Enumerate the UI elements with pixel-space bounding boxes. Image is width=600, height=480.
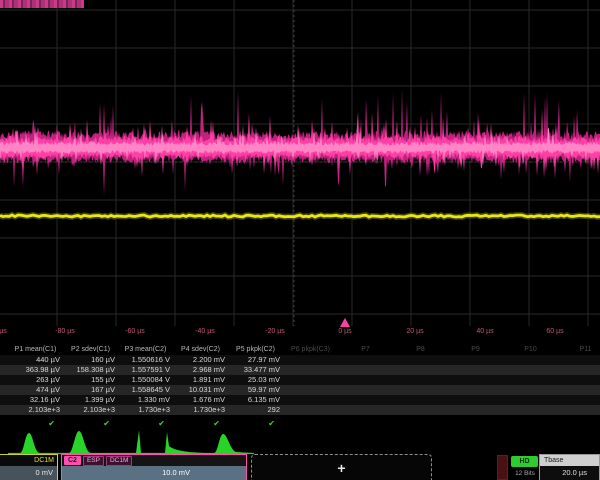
param-value: 1.558645 V xyxy=(118,385,173,395)
c2-scale-row: 10.0 mV xyxy=(62,466,246,480)
param-value: 27.97 mV xyxy=(228,355,283,365)
time-axis-label: -100 µs xyxy=(0,327,17,337)
c2-esp-badge: ESP xyxy=(83,456,104,466)
param-value: 1.399 µV xyxy=(63,395,118,405)
c2-chip-row: C2 ESP DC1M xyxy=(62,455,246,466)
time-axis-label: 60 µs xyxy=(533,327,577,337)
param-header[interactable]: P11 xyxy=(558,345,600,355)
histicon xyxy=(157,432,205,454)
param-value: 6.135 mV xyxy=(228,395,283,405)
time-axis-label: 40 µs xyxy=(463,327,507,337)
param-value: 1.891 mV xyxy=(173,375,228,385)
param-value: 32.16 µV xyxy=(8,395,63,405)
param-value: 155 µV xyxy=(63,375,118,385)
c2-scale-value: 10.0 mV xyxy=(62,466,246,480)
param-header[interactable]: P9 xyxy=(448,345,503,355)
param-value: 2.200 mV xyxy=(173,355,228,365)
param-value: 1.550084 V xyxy=(118,375,173,385)
time-axis-label: -80 µs xyxy=(43,327,87,337)
param-value: 1.730e+3 xyxy=(118,405,173,415)
param-status-check: ✔ xyxy=(8,419,63,429)
add-trace-button[interactable]: + xyxy=(251,454,432,480)
param-value: 167 µV xyxy=(63,385,118,395)
time-axis-label: -20 µs xyxy=(253,327,297,337)
time-axis-label: -60 µs xyxy=(113,327,157,337)
param-value: 292 xyxy=(228,405,283,415)
tbase-scale-value: 20.0 µs xyxy=(540,466,599,480)
param-value: 2.103e+3 xyxy=(8,405,63,415)
time-axis-label: 20 µs xyxy=(393,327,437,337)
param-value: 10.031 mV xyxy=(173,385,228,395)
param-status-check: ✔ xyxy=(173,419,228,429)
param-header[interactable]: P1 mean(C1) xyxy=(8,345,63,355)
timebase-descriptor[interactable]: Tbase 20.0 µs xyxy=(539,454,600,480)
param-value: 474 µV xyxy=(8,385,63,395)
c2-label: C2 xyxy=(64,456,81,465)
channel-c2-descriptor[interactable]: C2 ESP DC1M 10.0 mV xyxy=(61,454,247,480)
param-header[interactable]: P6 pkpk(C3) xyxy=(283,345,338,355)
param-value: 1.557591 V xyxy=(118,365,173,375)
param-status-check: ✔ xyxy=(228,419,283,429)
param-value: 59.97 mV xyxy=(228,385,283,395)
c1-scale-value: 0 mV xyxy=(0,466,57,480)
param-status-check: ✔ xyxy=(63,419,118,429)
histicon xyxy=(108,430,156,454)
hd-mode-badge[interactable]: HD xyxy=(511,456,538,467)
channel-c1-descriptor[interactable]: DC1M 0 mV xyxy=(0,454,58,480)
param-value: 1.730e+3 xyxy=(173,405,228,415)
clipped-annotation-label xyxy=(0,0,84,8)
param-value: 2.968 mV xyxy=(173,365,228,375)
param-status-check: ✔ xyxy=(118,419,173,429)
tbase-label: Tbase xyxy=(540,455,599,466)
param-header[interactable]: P8 xyxy=(393,345,448,355)
param-value: 33.477 mV xyxy=(228,365,283,375)
c1-coupling-label: DC1M xyxy=(0,455,57,466)
param-value: 440 µV xyxy=(8,355,63,365)
param-header[interactable]: P4 sdev(C2) xyxy=(173,345,228,355)
histicon xyxy=(10,433,58,454)
param-value: 160 µV xyxy=(63,355,118,365)
histicon xyxy=(59,431,107,454)
param-header[interactable]: P2 sdev(C1) xyxy=(63,345,118,355)
time-axis-label: 0 µs xyxy=(323,327,367,337)
measurement-histicons xyxy=(0,429,600,455)
param-header[interactable]: P7 xyxy=(338,345,393,355)
c2-coupling-badge: DC1M xyxy=(106,456,132,466)
param-value: 1.550616 V xyxy=(118,355,173,365)
param-value: 25.03 mV xyxy=(228,375,283,385)
histicon xyxy=(206,434,254,454)
param-value: 1.330 mV xyxy=(118,395,173,405)
param-header[interactable]: P10 xyxy=(503,345,558,355)
oscilloscope-screen: -100 µs -80 µs -60 µs -40 µs -20 µs 0 µs 20 µs… xyxy=(0,0,600,480)
param-value: 263 µV xyxy=(8,375,63,385)
time-axis-label: -40 µs xyxy=(183,327,227,337)
param-value: 363.98 µV xyxy=(8,365,63,375)
param-value: 1.676 mV xyxy=(173,395,228,405)
param-value: 2.103e+3 xyxy=(63,405,118,415)
param-header[interactable]: P3 mean(C2) xyxy=(118,345,173,355)
param-header[interactable]: P5 pkpk(C2) xyxy=(228,345,283,355)
param-value: 158.308 µV xyxy=(63,365,118,375)
waveform-grid-area[interactable] xyxy=(0,0,600,340)
